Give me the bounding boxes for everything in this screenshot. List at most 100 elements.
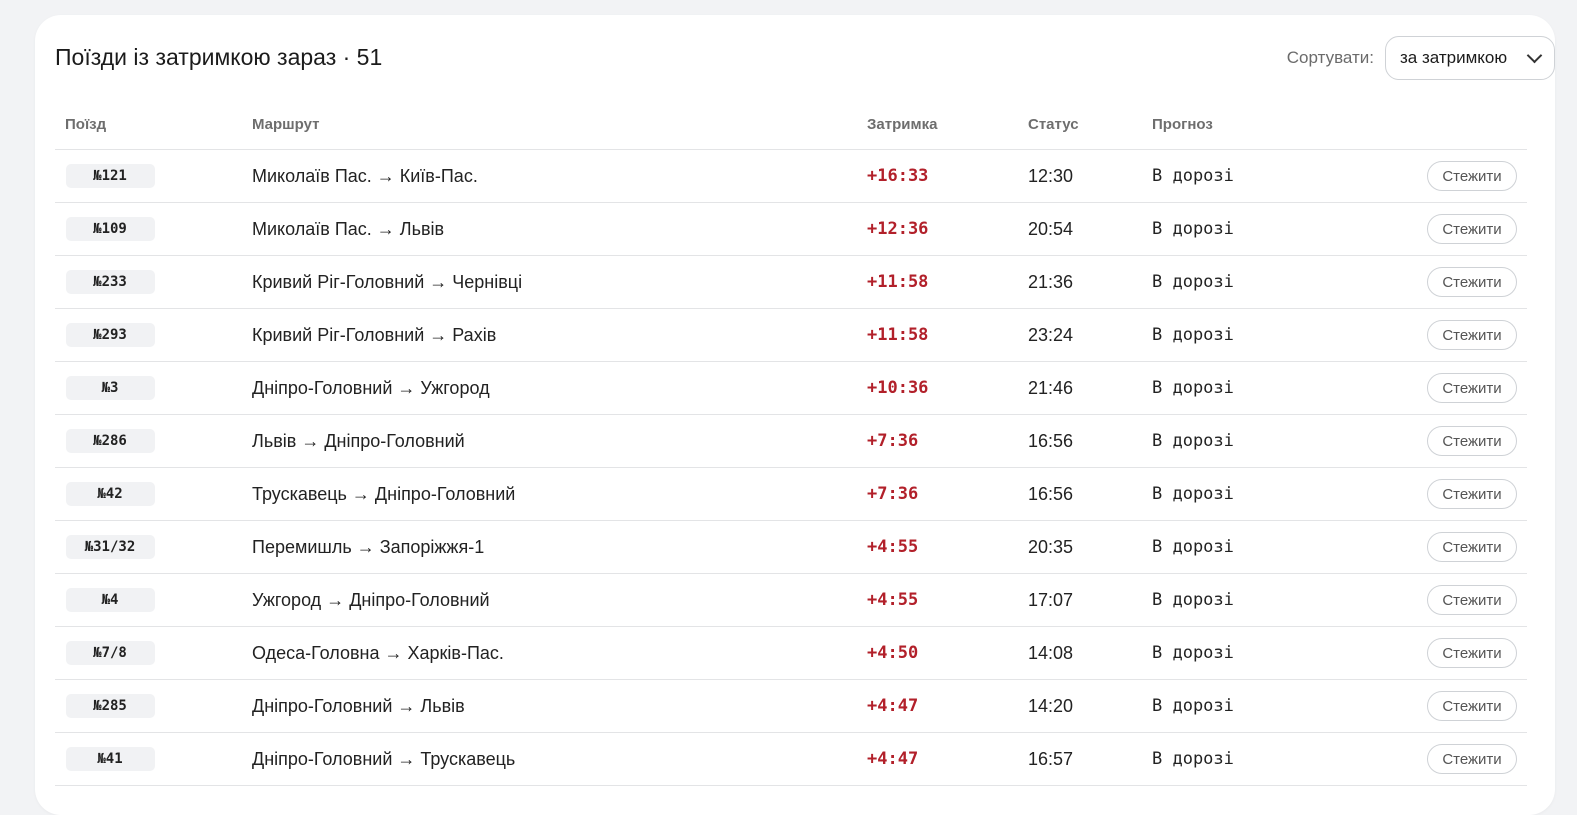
column-header-status: Статус (1028, 116, 1079, 133)
forecast-cell: В дорозі (1152, 272, 1234, 292)
forecast-cell: В дорозі (1152, 325, 1234, 345)
watch-button[interactable]: Стежити (1427, 691, 1517, 721)
card-header: Поїзди із затримкою зараз · 51 Сортувати… (55, 35, 1555, 81)
train-number-badge: №3 (65, 376, 155, 400)
chevron-down-icon (1526, 47, 1543, 64)
train-number-badge: №109 (65, 217, 155, 241)
delay-cell: +10:36 (867, 378, 929, 398)
watch-button[interactable]: Стежити (1427, 373, 1517, 403)
train-cell: №293 (65, 309, 155, 361)
delay-cell: +7:36 (867, 484, 919, 504)
status-cell: 14:20 (1028, 695, 1074, 716)
route-cell: Дніпро-Головний → Львів (252, 695, 465, 716)
watch-button[interactable]: Стежити (1427, 161, 1517, 191)
route-cell: Львів → Дніпро-Головний (252, 430, 465, 451)
train-number-badge: №121 (65, 164, 155, 188)
watch-button[interactable]: Стежити (1427, 214, 1517, 244)
column-header-delay: Затримка (867, 116, 938, 133)
train-number-badge: №286 (65, 429, 155, 453)
forecast-cell: В дорозі (1152, 431, 1234, 451)
watch-button[interactable]: Стежити (1427, 744, 1517, 774)
watch-button[interactable]: Стежити (1427, 638, 1517, 668)
status-cell: 20:54 (1028, 218, 1074, 239)
train-number-badge: №41 (65, 747, 155, 771)
table-row: №293 Кривий Ріг-Головний → Рахів +11:58 23:… (55, 309, 1527, 362)
table-body: №121 Миколаїв Пас. → Київ-Пас. +16:33 12:30… (55, 150, 1527, 786)
delayed-trains-card: Поїзди із затримкою зараз · 51 Сортувати… (35, 15, 1555, 815)
sort-control: Сортувати: за затримкою (1287, 35, 1555, 81)
status-cell: 16:56 (1028, 483, 1074, 504)
page-title: Поїзди із затримкою зараз · 51 (55, 44, 383, 70)
watch-button[interactable]: Стежити (1427, 479, 1517, 509)
train-number-badge: №4 (65, 588, 155, 612)
train-number-badge: №233 (65, 270, 155, 294)
route-cell: Дніпро-Головний → Ужгород (252, 377, 490, 398)
delay-cell: +4:50 (867, 643, 919, 663)
delay-cell: +11:58 (867, 272, 929, 292)
watch-button[interactable]: Стежити (1427, 532, 1517, 562)
train-number-badge: №42 (65, 482, 155, 506)
table-row: №7/8 Одеса-Головна → Харків-Пас. +4:50 14:0… (55, 627, 1527, 680)
action-cell: Стежити (1427, 574, 1517, 626)
train-cell: №233 (65, 256, 155, 308)
route-cell: Ужгород → Дніпро-Головний (252, 589, 490, 610)
table-row: №285 Дніпро-Головний → Львів +4:47 14:20 В д… (55, 680, 1527, 733)
train-cell: №3 (65, 362, 155, 414)
action-cell: Стежити (1427, 521, 1517, 573)
action-cell: Стежити (1427, 256, 1517, 308)
column-header-route: Маршрут (252, 116, 320, 133)
table-header: Поїзд Маршрут Затримка Статус Прогноз (55, 105, 1527, 150)
table-row: №31/32 Перемишль → Запоріжжя-1 +4:55 20:35 В… (55, 521, 1527, 574)
train-cell: №121 (65, 150, 155, 202)
delay-cell: +11:58 (867, 325, 929, 345)
action-cell: Стежити (1427, 680, 1517, 732)
status-cell: 16:57 (1028, 748, 1074, 769)
train-cell: №286 (65, 415, 155, 467)
forecast-cell: В дорозі (1152, 749, 1234, 769)
route-cell: Кривий Ріг-Головний → Рахів (252, 324, 497, 345)
action-cell: Стежити (1427, 203, 1517, 255)
forecast-cell: В дорозі (1152, 166, 1234, 186)
sort-select[interactable]: за затримкою (1385, 36, 1555, 80)
train-cell: №285 (65, 680, 155, 732)
table-row: №3 Дніпро-Головний → Ужгород +10:36 21:46 В … (55, 362, 1527, 415)
status-cell: 14:08 (1028, 642, 1074, 663)
forecast-cell: В дорозі (1152, 484, 1234, 504)
watch-button[interactable]: Стежити (1427, 320, 1517, 350)
action-cell: Стежити (1427, 733, 1517, 785)
action-cell: Стежити (1427, 415, 1517, 467)
action-cell: Стежити (1427, 150, 1517, 202)
train-cell: №41 (65, 733, 155, 785)
status-cell: 20:35 (1028, 536, 1074, 557)
table-row: №4 Ужгород → Дніпро-Головний +4:55 17:07 В д… (55, 574, 1527, 627)
status-cell: 21:36 (1028, 271, 1074, 292)
forecast-cell: В дорозі (1152, 537, 1234, 557)
delayed-trains-table: Поїзд Маршрут Затримка Статус Прогноз №1… (55, 105, 1527, 786)
table-row: №42 Трускавець → Дніпро-Головний +7:36 16:5… (55, 468, 1527, 521)
watch-button[interactable]: Стежити (1427, 585, 1517, 615)
table-row: №109 Миколаїв Пас. → Львів +12:36 20:54 В до… (55, 203, 1527, 256)
forecast-cell: В дорозі (1152, 219, 1234, 239)
column-header-train: Поїзд (65, 116, 107, 133)
route-cell: Кривий Ріг-Головний → Чернівці (252, 271, 523, 292)
train-number-badge: №285 (65, 694, 155, 718)
route-cell: Перемишль → Запоріжжя-1 (252, 536, 485, 557)
watch-button[interactable]: Стежити (1427, 426, 1517, 456)
route-cell: Трускавець → Дніпро-Головний (252, 483, 516, 504)
status-cell: 23:24 (1028, 324, 1074, 345)
delay-cell: +12:36 (867, 219, 929, 239)
train-cell: №4 (65, 574, 155, 626)
delay-cell: +4:47 (867, 696, 919, 716)
forecast-cell: В дорозі (1152, 696, 1234, 716)
forecast-cell: В дорозі (1152, 590, 1234, 610)
sort-label: Сортувати: (1286, 48, 1374, 67)
route-cell: Миколаїв Пас. → Київ-Пас. (252, 165, 478, 186)
train-number-badge: №31/32 (65, 535, 155, 559)
route-cell: Одеса-Головна → Харків-Пас. (252, 642, 504, 663)
watch-button[interactable]: Стежити (1427, 267, 1517, 297)
delay-cell: +4:47 (867, 749, 919, 769)
table-row: №41 Дніпро-Головний → Трускавець +4:47 16:5… (55, 733, 1527, 786)
delay-cell: +7:36 (867, 431, 919, 451)
train-cell: №42 (65, 468, 155, 520)
status-cell: 17:07 (1028, 589, 1074, 610)
